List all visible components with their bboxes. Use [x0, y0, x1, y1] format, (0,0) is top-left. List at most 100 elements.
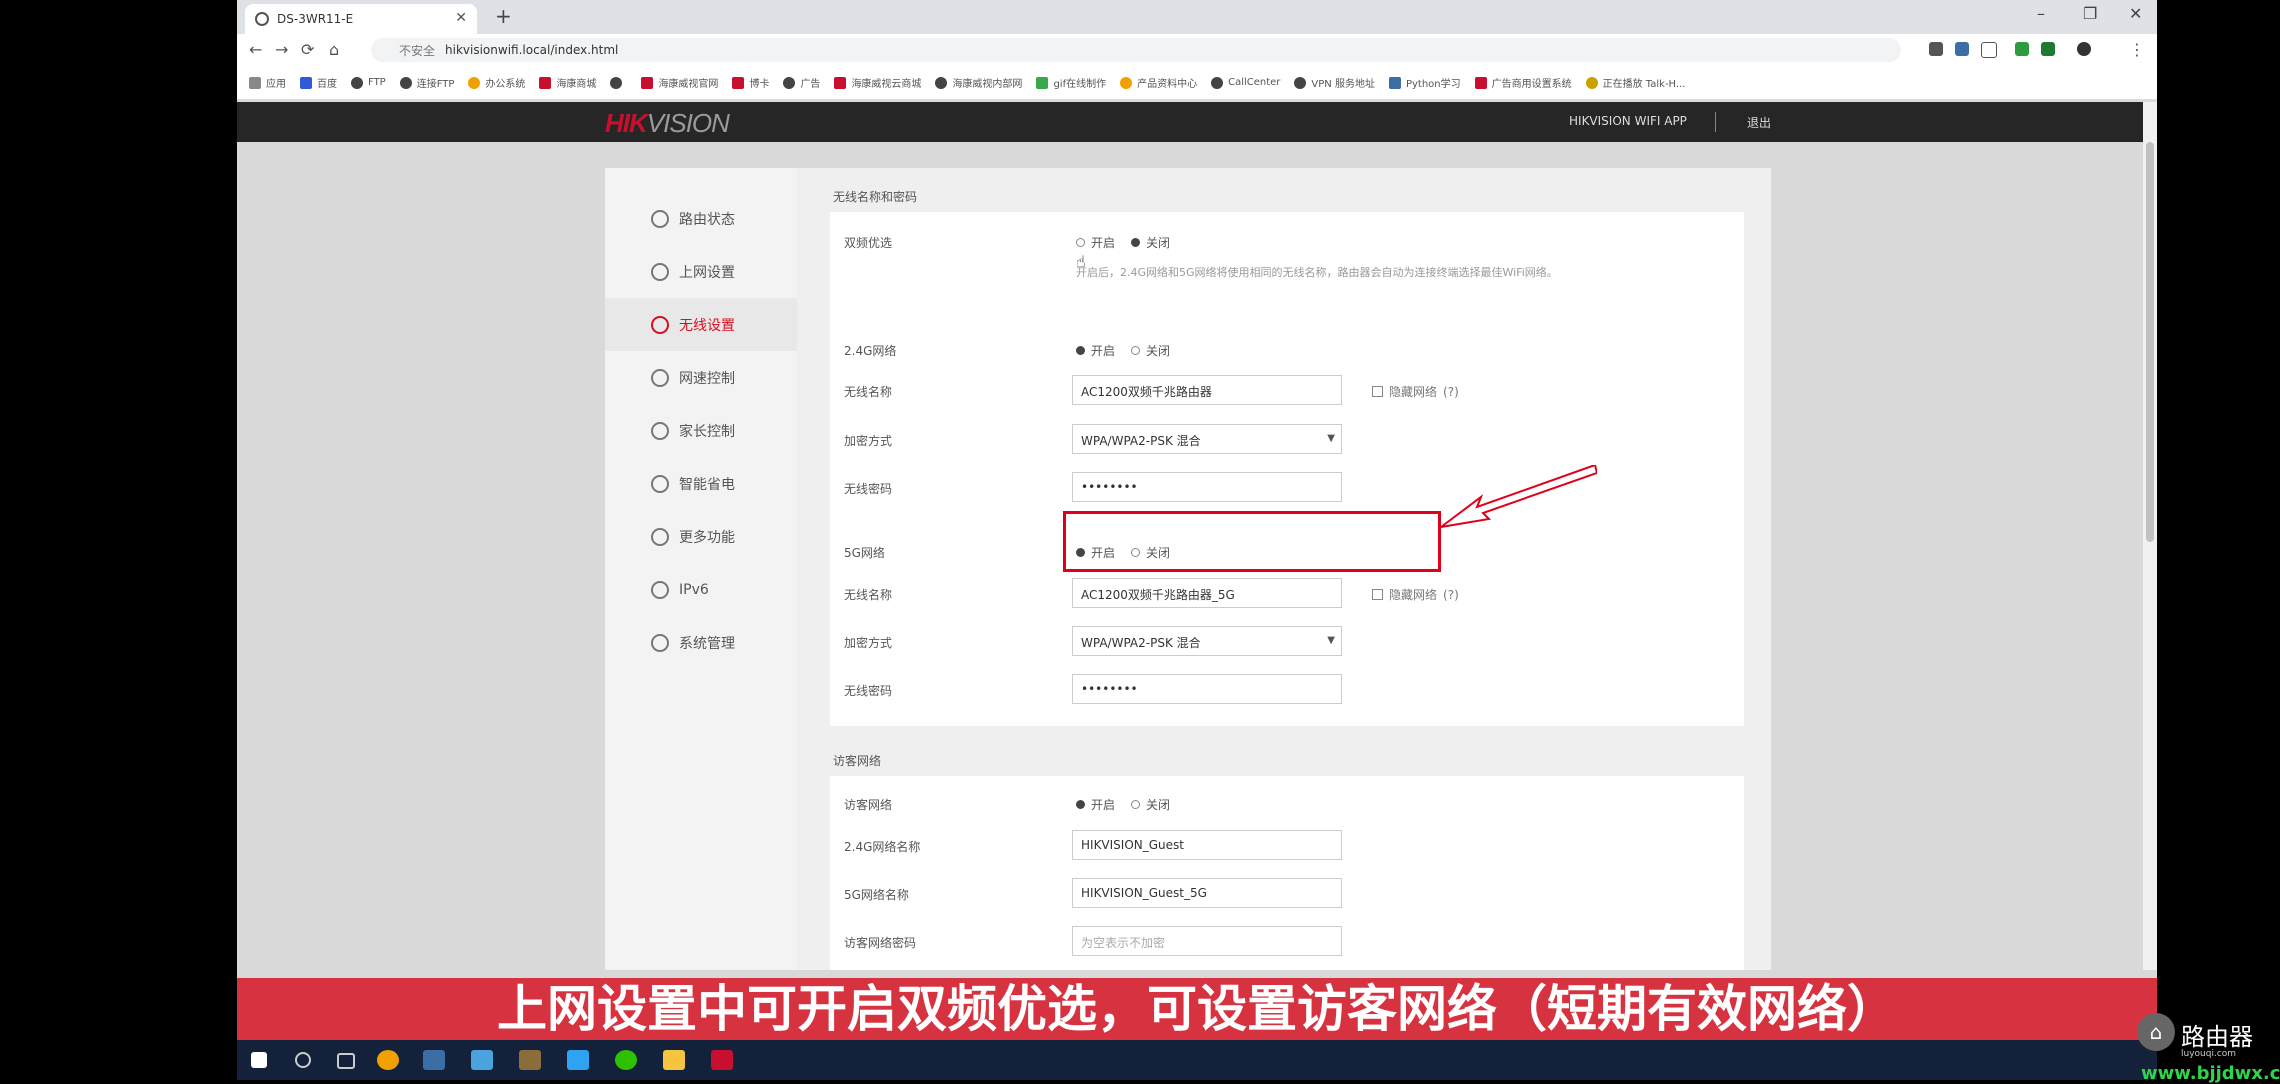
sidebar-item-power[interactable]: 智能省电 — [605, 457, 797, 510]
bookmark-item[interactable]: 海康威视内部网 — [935, 75, 1022, 90]
bookmark-item[interactable]: 海康威视官网 — [641, 75, 718, 90]
extension-icon[interactable] — [1929, 42, 1943, 56]
sidebar-item-system[interactable]: 系统管理 — [605, 616, 797, 669]
maximize-button[interactable]: ❐ — [2083, 4, 2097, 23]
chrome-icon[interactable] — [377, 1050, 399, 1070]
bookmark-item[interactable]: gif在线制作 — [1036, 75, 1106, 90]
band24-ssid-input[interactable]: AC1200双频千兆路由器 — [1072, 375, 1342, 405]
page-scrollbar[interactable] — [2143, 102, 2157, 970]
section-title-wireless: 无线名称和密码 — [833, 190, 918, 204]
band5-pwd-row: 无线密码 •••••••• — [830, 672, 1744, 706]
bookmark-item[interactable] — [610, 76, 627, 89]
bookmark-item[interactable]: CallCenter — [1211, 76, 1280, 89]
guest-ssid5-input[interactable]: HIKVISION_Guest_5G — [1072, 878, 1342, 908]
guest-radios: 开启 关闭 — [1076, 796, 1170, 813]
browser-tab[interactable]: DS-3WR11-E ✕ — [245, 4, 477, 34]
hikvision-logo: HIKVISION — [605, 108, 730, 138]
dual-band-off-radio[interactable] — [1131, 238, 1141, 247]
band5-hide-checkbox[interactable] — [1372, 589, 1383, 600]
band5-enc-label: 加密方式 — [844, 636, 893, 650]
app-icon[interactable] — [711, 1050, 733, 1070]
extension-icon[interactable] — [2041, 42, 2055, 56]
band24-pwd-input[interactable]: •••••••• — [1072, 472, 1342, 502]
band24-on-radio[interactable] — [1076, 346, 1085, 355]
sidebar-item-parental[interactable]: 家长控制 — [605, 404, 797, 457]
new-tab-button[interactable]: + — [495, 4, 512, 28]
bookmark-item[interactable]: 广告 — [783, 75, 820, 90]
guest-ssid24-input[interactable]: HIKVISION_Guest — [1072, 830, 1342, 860]
bookmark-item[interactable]: 应用 — [249, 75, 286, 90]
bookmarks-bar: 应用 百度 FTP 连接FTP 办公系统 海康商城 海康威视官网 博卡 广告 海… — [237, 66, 2157, 100]
band5-enc-select[interactable]: WPA/WPA2-PSK 混合 ▼ — [1072, 626, 1342, 656]
home-button[interactable]: ⌂ — [329, 40, 339, 59]
scrollbar-thumb[interactable] — [2146, 142, 2154, 542]
dual-band-on-radio[interactable] — [1076, 238, 1085, 247]
help-icon[interactable]: (?) — [1443, 588, 1459, 602]
sidebar-item-internet[interactable]: 上网设置 — [605, 245, 797, 298]
back-button[interactable]: ← — [249, 40, 262, 59]
dual-band-hint: 开启后，2.4G网络和5G网络将使用相同的无线名称，路由器会自动为连接终端选择最… — [1076, 266, 1558, 279]
sidebar-item-status[interactable]: 路由状态 — [605, 192, 797, 245]
band5-enc-row: 加密方式 WPA/WPA2-PSK 混合 ▼ — [830, 624, 1744, 658]
globe-icon — [651, 262, 669, 281]
chevron-down-icon: ▼ — [1327, 433, 1335, 444]
app-icon[interactable] — [471, 1050, 493, 1070]
caption-banner: 上网设置中可开启双频优选，可设置访客网络（短期有效网络） — [237, 978, 2157, 1040]
security-label: 不安全 — [399, 43, 436, 58]
extension-icon[interactable] — [2015, 42, 2029, 56]
help-icon[interactable]: (?) — [1443, 385, 1459, 399]
bookmark-item[interactable]: 海康威视云商城 — [834, 75, 921, 90]
sidebar-item-wireless[interactable]: 无线设置 — [605, 298, 797, 351]
search-icon[interactable] — [295, 1052, 311, 1068]
browser-icon[interactable] — [567, 1050, 589, 1070]
bookmark-item[interactable]: 百度 — [300, 75, 337, 90]
guest-row: 访客网络 开启 关闭 — [830, 786, 1744, 820]
wireless-panel: 双频优选 开启 关闭 开启后，2.4G网络和5G网络将使用相同的无线名称，路由器… — [830, 212, 1744, 726]
band5-ssid-input[interactable]: AC1200双频千兆路由器_5G — [1072, 578, 1342, 608]
dual-band-row: 双频优选 开启 关闭 开启后，2.4G网络和5G网络将使用相同的无线名称，路由器… — [830, 224, 1744, 279]
band24-hide-checkbox[interactable] — [1372, 386, 1383, 397]
bookmark-item[interactable]: 正在播放 Talk-H... — [1585, 75, 1685, 90]
translate-icon[interactable] — [1955, 42, 1969, 56]
star-icon[interactable] — [1981, 42, 1997, 58]
bookmark-item[interactable]: 博卡 — [732, 75, 769, 90]
guest-on-radio[interactable] — [1076, 800, 1085, 809]
sidebar-item-speed[interactable]: 网速控制 — [605, 351, 797, 404]
task-view-icon[interactable] — [337, 1053, 355, 1069]
section-title-guest: 访客网络 — [833, 754, 882, 768]
wechat-icon[interactable] — [615, 1050, 637, 1070]
sidebar-item-more[interactable]: 更多功能 — [605, 510, 797, 563]
minimize-button[interactable]: – — [2037, 4, 2045, 23]
band24-enc-select[interactable]: WPA/WPA2-PSK 混合 ▼ — [1072, 424, 1342, 454]
close-tab-icon[interactable]: ✕ — [455, 10, 467, 26]
app-icon[interactable] — [423, 1050, 445, 1070]
menu-icon[interactable]: ⋮ — [2129, 40, 2145, 59]
app-icon[interactable] — [519, 1050, 541, 1070]
address-bar[interactable]: 不安全 hikvisionwifi.local/index.html — [371, 38, 1901, 62]
band24-off-radio[interactable] — [1131, 346, 1141, 355]
sidebar-item-ipv6[interactable]: IPv6 — [605, 563, 797, 616]
bookmark-item[interactable]: VPN 服务地址 — [1294, 75, 1375, 90]
reload-button[interactable]: ⟳ — [301, 40, 314, 59]
bookmark-item[interactable]: Python学习 — [1388, 75, 1461, 90]
folder-icon[interactable] — [663, 1050, 685, 1070]
bookmark-item[interactable]: FTP — [351, 76, 386, 89]
band24-hide-network[interactable]: 隐藏网络 (?) — [1372, 383, 1459, 400]
guest-label: 访客网络 — [844, 798, 893, 812]
forward-button[interactable]: → — [275, 40, 288, 59]
bookmark-item[interactable]: 产品资料中心 — [1120, 75, 1197, 90]
band5-hide-network[interactable]: 隐藏网络 (?) — [1372, 586, 1459, 603]
wifi-app-link[interactable]: HIKVISION WIFI APP — [1569, 114, 1687, 128]
close-window-button[interactable]: ✕ — [2129, 4, 2142, 23]
bookmark-item[interactable]: 连接FTP — [399, 75, 454, 90]
guest-ssid5-label: 5G网络名称 — [844, 888, 909, 902]
guest-off-radio[interactable] — [1131, 800, 1141, 809]
bookmark-item[interactable]: 海康商城 — [539, 75, 596, 90]
band5-pwd-input[interactable]: •••••••• — [1072, 674, 1342, 704]
logout-link[interactable]: 退出 — [1747, 114, 1771, 131]
start-icon[interactable] — [251, 1052, 267, 1068]
guest-pwd-input[interactable]: 为空表示不加密 — [1072, 926, 1342, 956]
bookmark-item[interactable]: 办公系统 — [468, 75, 525, 90]
profile-icon[interactable] — [2077, 42, 2091, 56]
bookmark-item[interactable]: 广告商用设置系统 — [1474, 75, 1572, 90]
